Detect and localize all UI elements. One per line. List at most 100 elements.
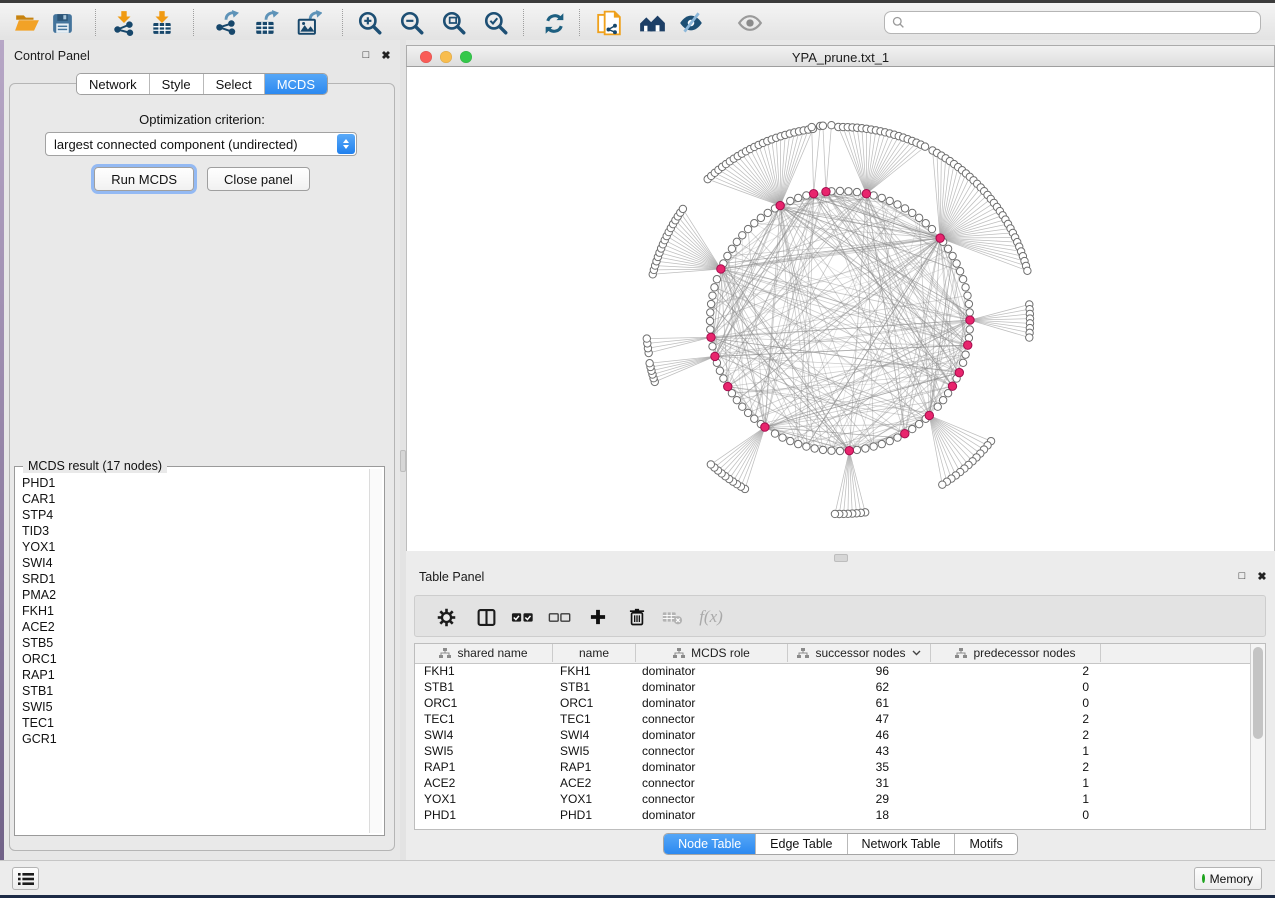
mcds-result-item[interactable]: ACE2: [22, 619, 369, 635]
open-session-icon[interactable]: [13, 9, 41, 37]
show-hidden-eye-icon[interactable]: [736, 9, 764, 37]
mcds-result-item[interactable]: ORC1: [22, 651, 369, 667]
mcds-result-item[interactable]: CAR1: [22, 491, 369, 507]
network-graph[interactable]: [407, 67, 1274, 551]
table-cell-successor-nodes: 43: [788, 743, 931, 759]
export-image-icon[interactable]: [295, 9, 323, 37]
table-row[interactable]: RAP1RAP1dominator352: [415, 759, 1251, 775]
sort-desc-chevron-icon: [912, 650, 921, 656]
mcds-result-item[interactable]: PHD1: [22, 475, 369, 491]
tab-motifs[interactable]: Motifs: [955, 834, 1016, 854]
save-session-icon[interactable]: [48, 9, 76, 37]
tab-network-table[interactable]: Network Table: [848, 834, 956, 854]
mcds-result-item[interactable]: STP4: [22, 507, 369, 523]
column-header-shared-name[interactable]: shared name: [415, 644, 553, 662]
table-selector-tabs: Node Table Edge Table Network Table Moti…: [663, 833, 1018, 855]
table-cell-predecessor-nodes: 2: [931, 711, 1101, 727]
tab-network[interactable]: Network: [77, 74, 150, 94]
column-header-name[interactable]: name: [553, 644, 636, 662]
task-history-button[interactable]: [12, 867, 39, 890]
memory-button[interactable]: Memory: [1194, 867, 1262, 890]
mcds-result-item[interactable]: STB1: [22, 683, 369, 699]
run-mcds-button[interactable]: Run MCDS: [94, 167, 194, 191]
split-columns-icon[interactable]: [474, 605, 498, 629]
zoom-out-icon[interactable]: [398, 9, 426, 37]
search-field[interactable]: [884, 11, 1261, 34]
mcds-result-item[interactable]: SWI5: [22, 699, 369, 715]
table-scrollbar-thumb[interactable]: [1253, 647, 1263, 739]
splitter-grip-icon[interactable]: [834, 554, 848, 562]
table-cell-predecessor-nodes: 0: [931, 695, 1101, 711]
tab-edge-table[interactable]: Edge Table: [756, 834, 847, 854]
table-row[interactable]: SWI4SWI4dominator462: [415, 727, 1251, 743]
mcds-result-item[interactable]: FKH1: [22, 603, 369, 619]
zoom-in-icon[interactable]: [356, 9, 384, 37]
table-cell-successor-nodes: 35: [788, 759, 931, 775]
table-row[interactable]: YOX1YOX1connector291: [415, 791, 1251, 807]
mcds-result-item[interactable]: TEC1: [22, 715, 369, 731]
mcds-result-list[interactable]: PHD1CAR1STP4TID3YOX1SWI4SRD1PMA2FKH1ACE2…: [15, 471, 369, 833]
zoom-fit-icon[interactable]: [440, 9, 468, 37]
export-network-icon[interactable]: [212, 9, 240, 37]
show-networks-home-icon[interactable]: [638, 9, 666, 37]
tab-mcds[interactable]: MCDS: [265, 74, 327, 94]
table-row[interactable]: FKH1FKH1dominator962: [415, 663, 1251, 679]
table-cell-shared-name: RAP1: [415, 759, 553, 775]
network-title: YPA_prune.txt_1: [407, 50, 1274, 65]
control-panel-close-button[interactable]: ✖: [378, 47, 394, 63]
mcds-result-item[interactable]: RAP1: [22, 667, 369, 683]
table-row[interactable]: SWI5SWI5connector431: [415, 743, 1251, 759]
mcds-result-item[interactable]: TID3: [22, 523, 369, 539]
import-table-icon[interactable]: [148, 9, 176, 37]
column-header-empty: [1101, 644, 1251, 662]
tab-node-table[interactable]: Node Table: [664, 834, 756, 854]
mcds-result-scrollbar[interactable]: [369, 469, 382, 833]
export-table-icon[interactable]: [252, 9, 280, 37]
table-row[interactable]: TEC1TEC1connector472: [415, 711, 1251, 727]
table-cell-mcds-role: dominator: [636, 695, 788, 711]
delete-column-trash-icon[interactable]: [625, 605, 649, 629]
table-row[interactable]: ACE2ACE2connector311: [415, 775, 1251, 791]
column-header-predecessor-nodes[interactable]: predecessor nodes: [931, 644, 1101, 662]
table-row[interactable]: ORC1ORC1dominator610: [415, 695, 1251, 711]
table-panel-close-button[interactable]: ✖: [1254, 568, 1270, 584]
mcds-result-item[interactable]: STB5: [22, 635, 369, 651]
deselect-all-columns-icon[interactable]: [548, 605, 572, 629]
network-canvas[interactable]: [406, 67, 1275, 551]
delete-table-icon: [660, 605, 684, 629]
mcds-result-item[interactable]: SRD1: [22, 571, 369, 587]
node-table-header: shared name name MCDS role successor nod…: [415, 644, 1251, 664]
toolbar-separator: [342, 9, 344, 36]
search-input[interactable]: [910, 15, 1260, 31]
column-header-successor-nodes[interactable]: successor nodes: [788, 644, 931, 662]
network-window-titlebar[interactable]: YPA_prune.txt_1: [406, 45, 1275, 67]
table-cell-shared-name: SWI5: [415, 743, 553, 759]
column-header-mcds-role[interactable]: MCDS role: [636, 644, 788, 662]
tab-style[interactable]: Style: [150, 74, 204, 94]
horizontal-splitter[interactable]: [406, 551, 1275, 565]
mcds-result-item[interactable]: YOX1: [22, 539, 369, 555]
application-window: Control Panel □ ✖ Network Style Select M…: [0, 0, 1275, 898]
gear-icon[interactable]: [434, 605, 458, 629]
table-cell-mcds-role: dominator: [636, 807, 788, 823]
refresh-view-icon[interactable]: [540, 9, 568, 37]
add-column-icon[interactable]: [586, 605, 610, 629]
close-panel-button[interactable]: Close panel: [207, 167, 310, 191]
mcds-result-item[interactable]: PMA2: [22, 587, 369, 603]
open-document-share-icon[interactable]: [595, 9, 623, 37]
import-network-icon[interactable]: [110, 9, 138, 37]
criterion-dropdown[interactable]: largest connected component (undirected): [45, 132, 357, 156]
zoom-selected-icon[interactable]: [482, 9, 510, 37]
hide-selected-eye-icon[interactable]: [677, 9, 705, 37]
tab-select[interactable]: Select: [204, 74, 265, 94]
table-cell-shared-name: ORC1: [415, 695, 553, 711]
control-panel-float-button[interactable]: □: [358, 47, 374, 63]
table-panel-float-button[interactable]: □: [1234, 568, 1250, 584]
table-row[interactable]: STB1STB1dominator620: [415, 679, 1251, 695]
mcds-result-item[interactable]: GCR1: [22, 731, 369, 747]
mcds-result-item[interactable]: SWI4: [22, 555, 369, 571]
select-all-columns-icon[interactable]: [511, 605, 535, 629]
table-cell-mcds-role: connector: [636, 743, 788, 759]
table-row[interactable]: PHD1PHD1dominator180: [415, 807, 1251, 823]
table-scrollbar[interactable]: [1250, 644, 1265, 829]
